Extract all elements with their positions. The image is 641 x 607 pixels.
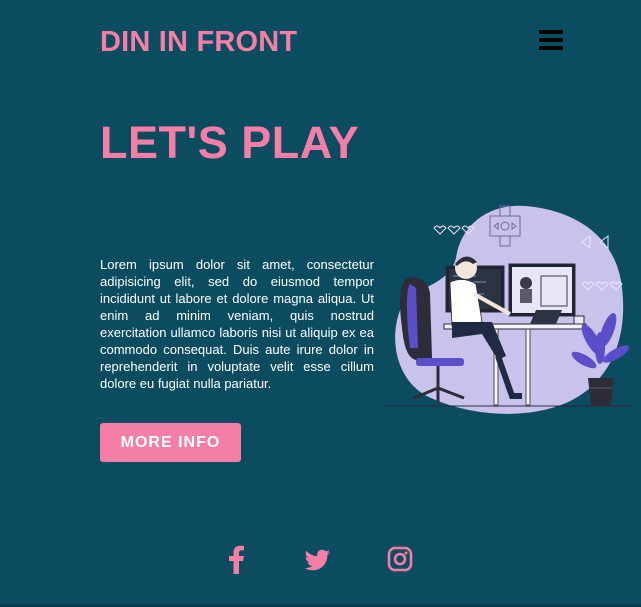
hero-title: LET'S PLAY bbox=[100, 117, 360, 168]
twitter-icon[interactable] bbox=[303, 544, 331, 574]
gamer-at-desk-illustration bbox=[386, 205, 634, 414]
instagram-icon[interactable] bbox=[387, 544, 413, 574]
more-info-button[interactable]: MORE INFO bbox=[100, 423, 241, 462]
hero-description: Lorem ipsum dolor sit amet, consectetur … bbox=[100, 257, 374, 391]
facebook-icon[interactable] bbox=[226, 544, 246, 574]
brand-logo-text[interactable]: DIN IN FRONT bbox=[100, 28, 297, 57]
hamburger-menu-icon[interactable] bbox=[539, 30, 563, 52]
